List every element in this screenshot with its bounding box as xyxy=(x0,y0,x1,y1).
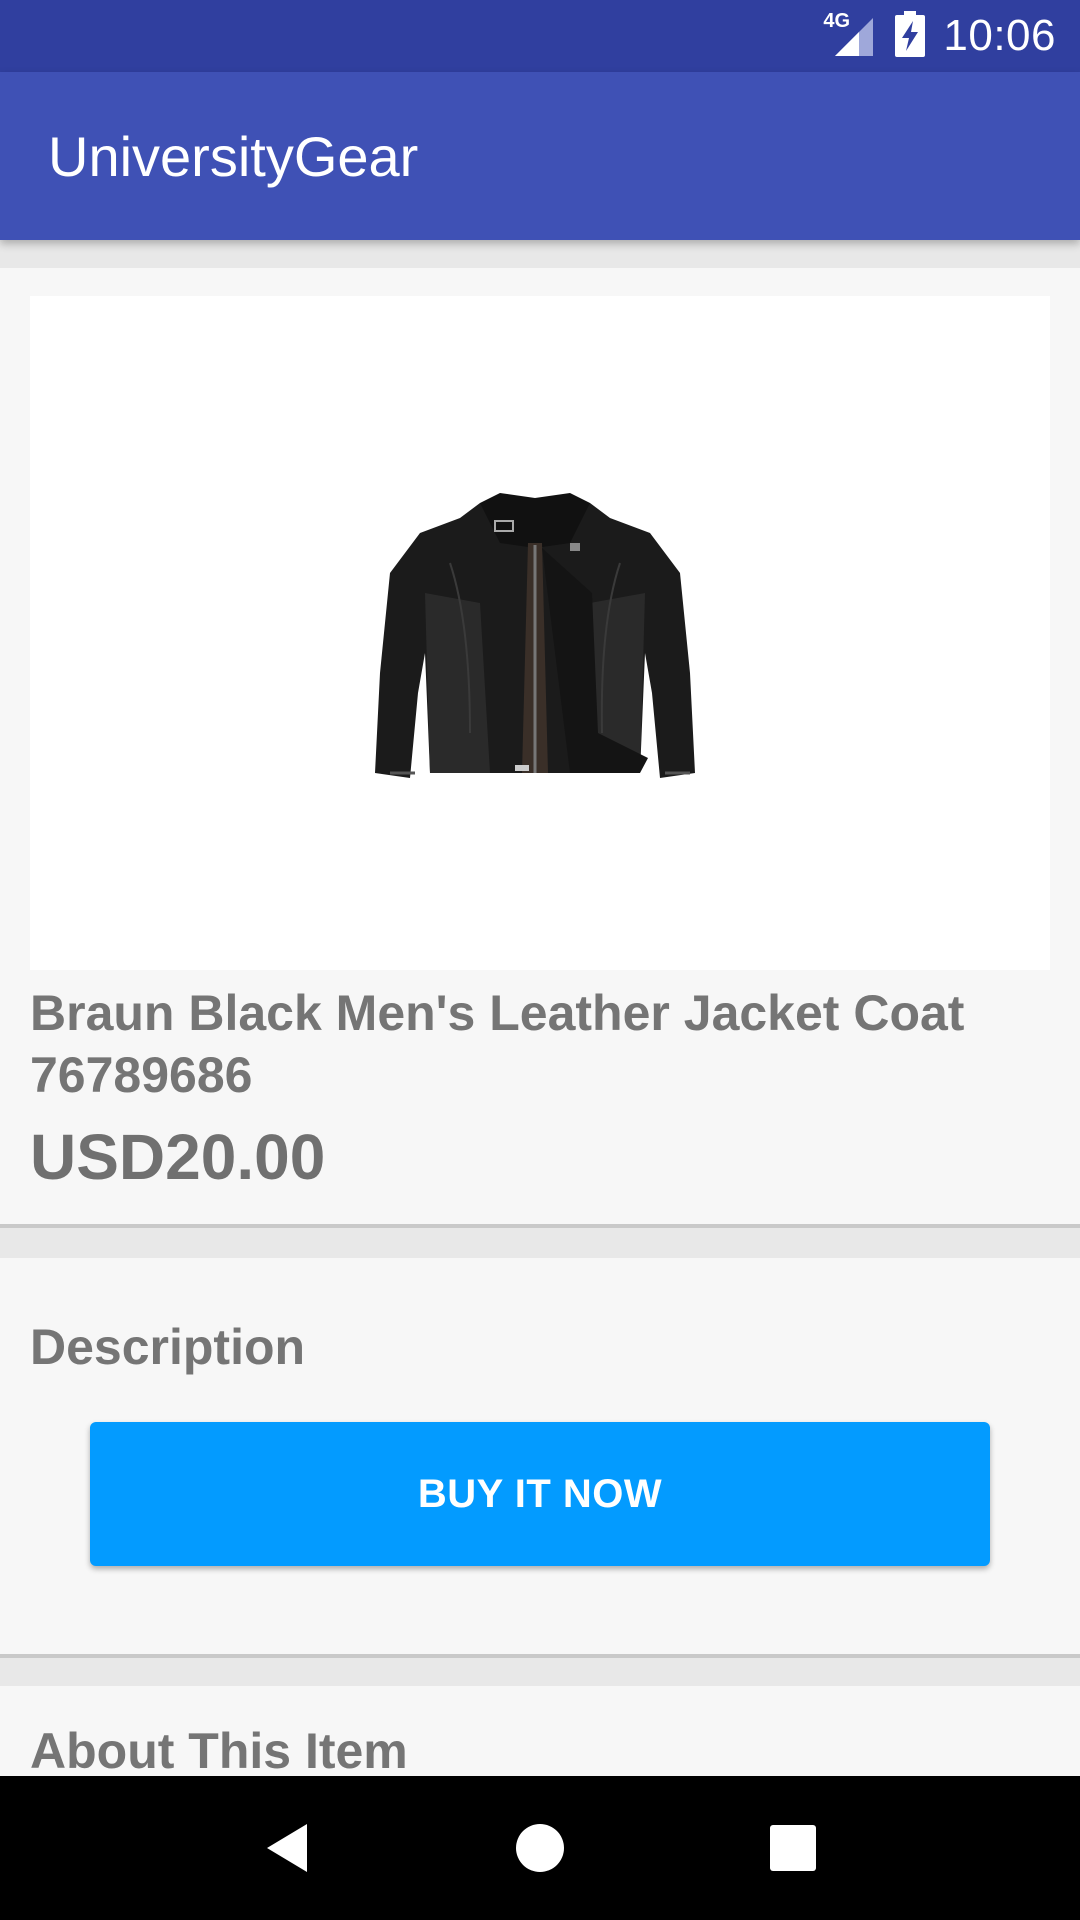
app-title: UniversityGear xyxy=(48,124,419,188)
back-icon[interactable] xyxy=(239,1800,335,1896)
app-bar: UniversityGear xyxy=(0,72,1080,240)
buy-it-now-button[interactable]: BUY IT NOW xyxy=(90,1422,990,1566)
product-image[interactable] xyxy=(30,296,1050,970)
home-icon[interactable] xyxy=(492,1800,588,1896)
battery-charging-icon xyxy=(895,10,926,62)
status-time: 10:06 xyxy=(943,11,1056,60)
product-card: Braun Black Men's Leather Jacket Coat 76… xyxy=(0,268,1080,1228)
description-card: Description BUY IT NOW xyxy=(0,1258,1080,1658)
product-price: USD20.00 xyxy=(30,1121,326,1193)
product-title: Braun Black Men's Leather Jacket Coat 76… xyxy=(30,985,965,1103)
status-bar: 4G 10:06 xyxy=(0,0,1080,72)
about-card: About This Item xyxy=(0,1686,1080,1776)
leather-jacket-image xyxy=(375,493,695,778)
description-heading: Description xyxy=(30,1319,306,1375)
navigation-bar xyxy=(0,1776,1080,1920)
network-type: 4G xyxy=(823,10,851,32)
recents-icon[interactable] xyxy=(745,1800,841,1896)
scroll-content[interactable]: Braun Black Men's Leather Jacket Coat 76… xyxy=(0,240,1080,1776)
signal-icon: 4G xyxy=(821,10,877,58)
status-icons: 4G 10:06 xyxy=(821,10,1056,62)
about-heading: About This Item xyxy=(30,1723,408,1776)
